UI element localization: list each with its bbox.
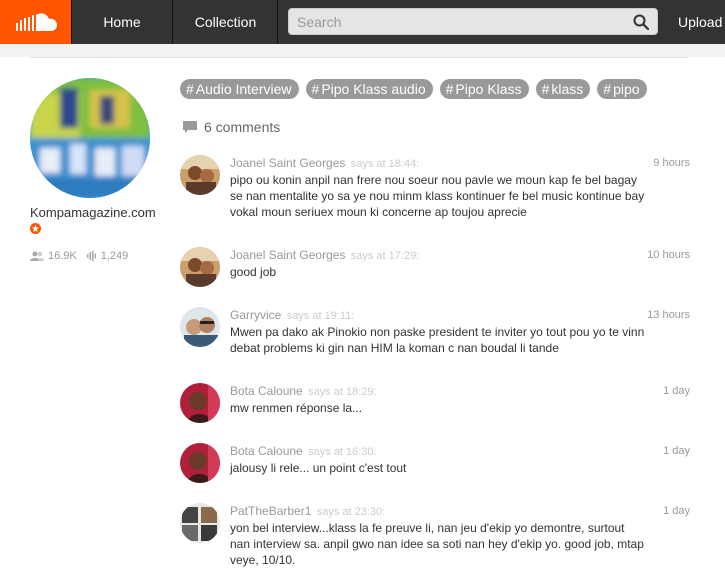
tag-label: Pipo Klass: [455, 81, 522, 97]
tracks-stat[interactable]: 1,249: [86, 250, 129, 262]
comment-body: Joanel Saint Georges says at 17:29: 10 h…: [230, 247, 690, 280]
comment-line: mw renmen réponse la...: [230, 401, 363, 415]
comment-username[interactable]: Bota Caloune: [230, 444, 303, 458]
comment-line: se nan mentalite yo sa ye nou minm klass…: [230, 189, 645, 203]
nav-collection[interactable]: Collection: [174, 0, 278, 44]
tag-label: Pipo Klass audio: [321, 81, 426, 97]
comment-line: yon bel interview...klass la fe preuve l…: [230, 521, 625, 535]
tag-audio-interview[interactable]: # Audio Interview: [180, 79, 299, 99]
divider: [30, 57, 688, 58]
comment-timestamp[interactable]: says at 18:44:: [351, 158, 420, 170]
comment-timestamp[interactable]: says at 16:30:: [308, 446, 377, 458]
pro-badge-icon: [30, 223, 41, 234]
tag-label: klass: [551, 81, 584, 97]
comment-body: Bota Caloune says at 18:29: 1 day mw ren…: [230, 383, 690, 416]
artist-avatar[interactable]: [30, 78, 150, 198]
comment-age: 13 hours: [647, 309, 690, 321]
commenter-avatar-image: [180, 503, 220, 543]
comment-line: jalousy li rele... un point c'est tout: [230, 461, 407, 475]
nav-home[interactable]: Home: [71, 0, 173, 44]
comment-username[interactable]: Garryvice: [230, 308, 281, 322]
comments-count: 6 comments: [204, 119, 281, 135]
comment-text: mw renmen réponse la...: [230, 400, 690, 416]
commenter-avatar[interactable]: [180, 247, 220, 287]
artist-avatar-image: [30, 78, 150, 198]
commenter-avatar[interactable]: [180, 503, 220, 543]
commenter-avatar[interactable]: [180, 155, 220, 195]
comment-age: 9 hours: [653, 157, 690, 169]
comment-username[interactable]: Bota Caloune: [230, 384, 303, 398]
tracks-count: 1,249: [100, 250, 129, 262]
tag-pipo-klass[interactable]: # Pipo Klass: [439, 79, 529, 99]
tag-pipo-klass-audio[interactable]: # Pipo Klass audio: [305, 79, 433, 99]
comment-timestamp[interactable]: says at 19:11:: [287, 310, 355, 322]
commenter-avatar[interactable]: [180, 307, 220, 347]
sub-bar: [0, 44, 725, 57]
tag-label: pipo: [613, 81, 640, 97]
comment-line: nan interview sa. anpil gwo nan idee sa …: [230, 537, 644, 551]
comment-line: good job: [230, 265, 277, 279]
page: Home Collection Upload: [0, 0, 725, 585]
comment-body: Bota Caloune says at 16:30: 1 day jalous…: [230, 443, 690, 476]
comments-header: 6 comments: [182, 119, 280, 135]
comment-bubble-icon: [183, 121, 197, 133]
comment-text: pipo ou konin anpil nan frere nou soeur …: [230, 172, 690, 220]
commenter-avatar-image: [180, 307, 220, 347]
comment-line: pipo ou konin anpil nan frere nou soeur …: [230, 173, 637, 187]
comment-username[interactable]: Joanel Saint Georges: [230, 248, 345, 262]
tag-list: # Audio Interview # Pipo Klass audio # Pipo…: [180, 79, 654, 99]
commenter-avatar-image: [180, 383, 220, 423]
comment-username[interactable]: PatTheBarber1: [230, 504, 311, 518]
followers-icon: [30, 251, 44, 261]
followers-count: 16.9K: [48, 250, 77, 262]
comment-timestamp[interactable]: says at 17:29:: [351, 250, 420, 262]
search-input[interactable]: [289, 9, 657, 34]
comment-line: vokal moun seriuex moun ki concerne ap t…: [230, 205, 527, 219]
tag-klass[interactable]: # klass: [535, 79, 591, 99]
commenter-avatar-image: [180, 155, 220, 195]
comment-username[interactable]: Joanel Saint Georges: [230, 156, 345, 170]
top-header: Home Collection Upload: [0, 0, 725, 44]
followers-stat[interactable]: 16.9K: [30, 250, 77, 262]
artist-name[interactable]: Kompamagazine.com: [30, 205, 156, 220]
comment-timestamp[interactable]: says at 23:30:: [317, 506, 386, 518]
comment-age: 1 day: [663, 385, 690, 397]
comment-timestamp[interactable]: says at 18:29:: [308, 386, 377, 398]
comment-line: debat problems ki gin nan HIM la koman c…: [230, 341, 559, 355]
commenter-avatar[interactable]: [180, 383, 220, 423]
comment-body: Joanel Saint Georges says at 18:44: 9 ho…: [230, 155, 690, 220]
commenter-avatar[interactable]: [180, 443, 220, 483]
search-icon[interactable]: [633, 14, 649, 30]
comment-line: Mwen pa dako ak Pinokio non paske presid…: [230, 325, 645, 339]
commenter-avatar-image: [180, 443, 220, 483]
cloud-logo-icon: [15, 13, 57, 32]
comment-text: good job: [230, 264, 690, 280]
artist-stats: 16.9K 1,249: [30, 250, 138, 262]
comment-age: 1 day: [663, 505, 690, 517]
comment-age: 1 day: [663, 445, 690, 457]
comment-body: Garryvice says at 19:11: 13 hours Mwen p…: [230, 307, 690, 356]
waveform-icon: [86, 251, 96, 261]
comment-text: yon bel interview...klass la fe preuve l…: [230, 520, 690, 568]
comment-line: veye, 10/10.: [230, 553, 296, 567]
commenter-avatar-image: [180, 247, 220, 287]
soundcloud-logo[interactable]: [0, 0, 71, 44]
comment-text: jalousy li rele... un point c'est tout: [230, 460, 690, 476]
comment-age: 10 hours: [647, 249, 690, 261]
comment-body: PatTheBarber1 says at 23:30: 1 day yon b…: [230, 503, 690, 568]
nav-upload[interactable]: Upload: [670, 0, 722, 44]
search-box: [288, 8, 658, 35]
comment-text: Mwen pa dako ak Pinokio non paske presid…: [230, 324, 690, 356]
tag-pipo[interactable]: # pipo: [597, 79, 647, 99]
tag-label: Audio Interview: [195, 81, 292, 97]
